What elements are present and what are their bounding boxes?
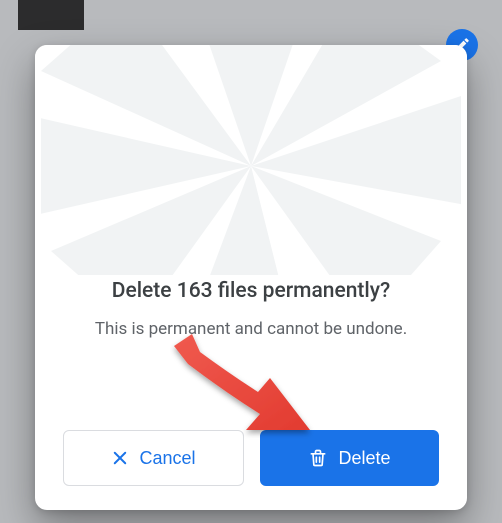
trash-icon xyxy=(308,448,328,468)
delete-button[interactable]: Delete xyxy=(260,430,439,486)
background-element xyxy=(18,0,84,30)
cancel-button[interactable]: Cancel xyxy=(63,430,244,486)
confirm-delete-dialog: Delete 163 files permanently? This is pe… xyxy=(35,45,467,510)
dialog-body: Delete 163 files permanently? This is pe… xyxy=(35,275,467,510)
close-icon xyxy=(111,449,129,467)
dialog-title: Delete 163 files permanently? xyxy=(63,279,439,303)
cancel-button-label: Cancel xyxy=(139,448,195,469)
dialog-actions: Cancel Delete xyxy=(63,430,439,486)
dialog-illustration xyxy=(35,45,467,275)
dialog-subtitle: This is permanent and cannot be undone. xyxy=(63,317,439,343)
delete-button-label: Delete xyxy=(338,448,390,469)
burst-graphic xyxy=(41,45,461,275)
